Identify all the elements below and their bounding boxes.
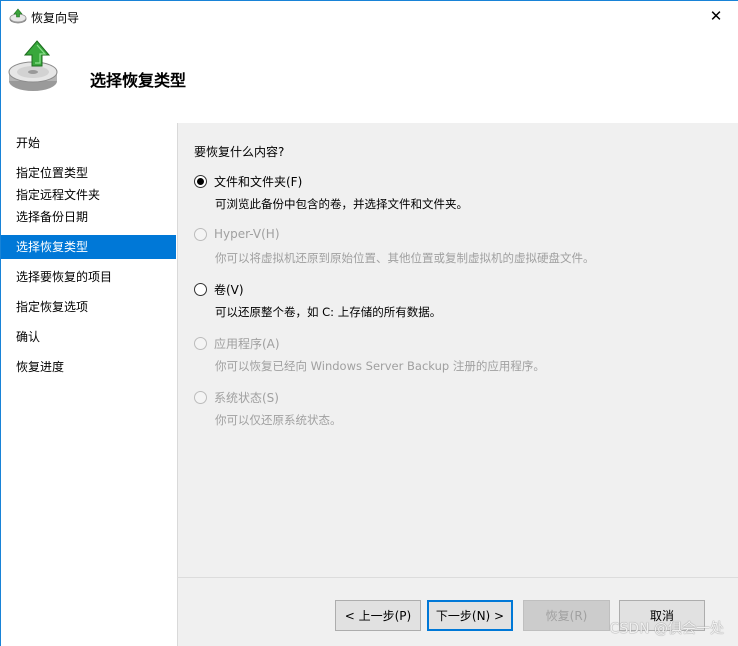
close-icon: ✕ [709,7,723,25]
radio-applications [194,337,207,350]
option-label: 文件和文件夹(F) [214,175,303,189]
option-files-folders[interactable]: 文件和文件夹(F) [194,173,302,190]
window-title: 恢复向导 [31,11,80,25]
previous-button[interactable]: < 上一步(P) [335,600,421,631]
recover-question: 要恢复什么内容? [194,145,285,159]
title-bar: 恢复向导 ✕ [1,1,738,31]
option-label: 应用程序(A) [214,337,280,351]
wizard-step-sidebar: 开始 指定位置类型 指定远程文件夹 选择备份日期 选择恢复类型 选择要恢复的项目… [1,123,177,646]
option-applications: 应用程序(A) [194,335,280,352]
option-system-state: 系统状态(S) [194,389,279,406]
radio-system-state [194,391,207,404]
recover-button: 恢复(R) [523,600,610,631]
option-label: 系统状态(S) [214,391,279,405]
option-description: 你可以仅还原系统状态。 [215,413,342,427]
page-title: 选择恢复类型 [90,71,187,90]
sidebar-item-select-items[interactable]: 选择要恢复的项目 [1,265,176,289]
option-description: 你可以恢复已经向 Windows Server Backup 注册的应用程序。 [215,359,545,373]
wizard-app-icon [9,8,27,24]
sidebar-item-backup-date[interactable]: 选择备份日期 [1,205,176,229]
sidebar-item-recovery-type[interactable]: 选择恢复类型 [1,235,176,259]
sidebar-item-location-type[interactable]: 指定位置类型 [1,161,176,185]
option-description: 你可以将虚拟机还原到原始位置、其他位置或复制虚拟机的虚拟硬盘文件。 [215,251,595,265]
radio-files-folders[interactable] [194,175,207,188]
option-description: 可以还原整个卷，如 C: 上存储的所有数据。 [215,305,442,319]
option-label: Hyper-V(H) [214,227,280,241]
restore-wizard-window: 恢复向导 ✕ 选择恢复类型 开始 指定位置类型 指定远程文件夹 选择备份日期 选… [0,0,738,646]
option-hyper-v: Hyper-V(H) [194,227,280,241]
radio-hyper-v [194,227,207,241]
sidebar-item-remote-folder[interactable]: 指定远程文件夹 [1,183,176,207]
close-button[interactable]: ✕ [694,1,738,31]
option-label: 卷(V) [214,283,244,297]
sidebar-item-recovery-options[interactable]: 指定恢复选项 [1,295,176,319]
main-content: 要恢复什么内容? 文件和文件夹(F) 可浏览此备份中包含的卷，并选择文件和文件夹… [177,123,738,577]
csdn-watermark: CSDN @俱会一处 [609,621,724,637]
next-button[interactable]: 下一步(N) > [427,600,513,631]
sidebar-item-progress[interactable]: 恢复进度 [1,355,176,379]
wizard-header: 选择恢复类型 [1,31,738,123]
backup-restore-icon [7,39,63,95]
option-description: 可浏览此备份中包含的卷，并选择文件和文件夹。 [215,197,468,211]
option-volume[interactable]: 卷(V) [194,281,244,298]
sidebar-item-start[interactable]: 开始 [1,131,176,155]
sidebar-item-confirm[interactable]: 确认 [1,325,176,349]
radio-volume[interactable] [194,283,207,296]
